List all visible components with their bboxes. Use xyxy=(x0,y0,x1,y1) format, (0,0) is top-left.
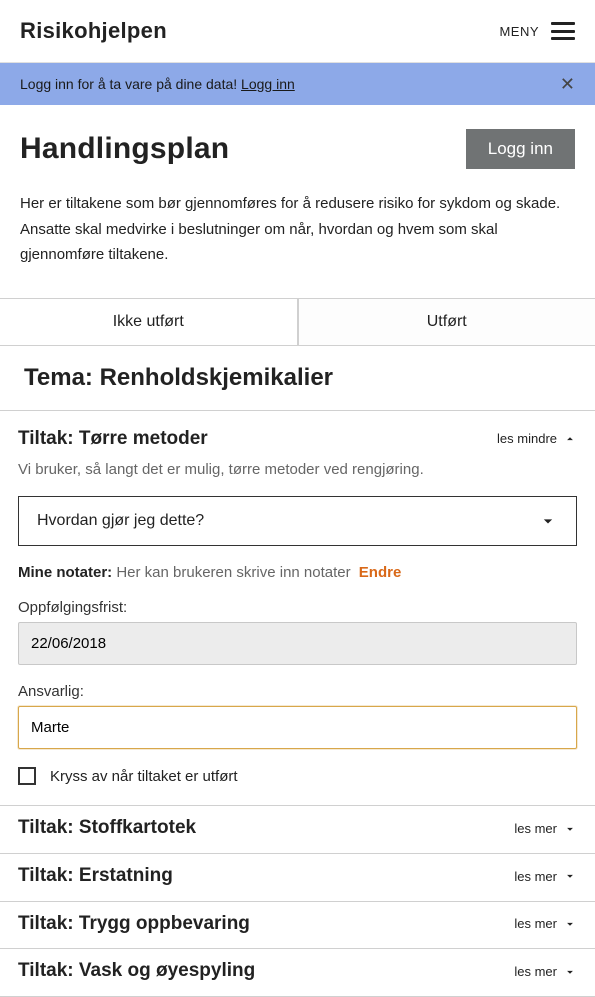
how-dropdown[interactable]: Hvordan gjør jeg dette? xyxy=(18,496,577,546)
tema-name: Renholdskjemikalier xyxy=(100,364,333,391)
done-checkbox-label: Kryss av når tiltaket er utført xyxy=(50,768,238,785)
page-title: Handlingsplan xyxy=(20,132,229,166)
notes-row: Mine notater: Her kan brukeren skrive in… xyxy=(18,564,577,581)
toggle-label: les mer xyxy=(514,821,557,836)
tiltak-stoffkartotek: Tiltak: Stoffkartotek les mer xyxy=(0,806,595,854)
app-logo: Risikohjelpen xyxy=(20,18,167,44)
tiltak-title: Tiltak: Erstatning xyxy=(18,864,173,889)
tiltak-header: Tiltak: Stoffkartotek les mer xyxy=(18,816,577,841)
toggle-label: les mer xyxy=(514,964,557,979)
notice-login-link[interactable]: Logg inn xyxy=(241,76,295,92)
tiltak-title: Tiltak: Trygg oppbevaring xyxy=(18,912,250,937)
tiltak-header: Tiltak: Trygg oppbevaring les mer xyxy=(18,912,577,937)
hamburger-icon xyxy=(551,22,575,40)
login-button[interactable]: Logg inn xyxy=(466,129,575,169)
tiltak-torre-metoder: Tiltak: Tørre metoder les mindre Vi bruk… xyxy=(0,411,595,807)
app-header: Risikohjelpen MENY xyxy=(0,0,595,63)
how-label: Hvordan gjør jeg dette? xyxy=(37,512,204,530)
expand-toggle[interactable]: les mer xyxy=(514,821,577,836)
expand-toggle[interactable]: les mer xyxy=(514,964,577,979)
tiltak-header: Tiltak: Erstatning les mer xyxy=(18,864,577,889)
collapse-toggle[interactable]: les mindre xyxy=(497,431,577,446)
close-icon[interactable]: ✕ xyxy=(560,75,575,93)
tiltak-title: Tiltak: Stoffkartotek xyxy=(18,816,196,841)
notice-text: Logg inn for å ta vare på dine data! xyxy=(20,76,241,92)
chevron-down-icon xyxy=(563,869,577,883)
responsible-input[interactable] xyxy=(18,706,577,749)
toggle-label: les mindre xyxy=(497,431,557,446)
tab-not-done[interactable]: Ikke utført xyxy=(0,299,298,345)
tema-heading: Tema: Renholdskjemikalier xyxy=(0,346,595,411)
done-checkbox[interactable] xyxy=(18,767,36,785)
login-notice: Logg inn for å ta vare på dine data! Log… xyxy=(0,63,595,105)
toggle-label: les mer xyxy=(514,916,557,931)
chevron-down-icon xyxy=(563,822,577,836)
chevron-down-icon xyxy=(563,917,577,931)
tabs: Ikke utført Utført xyxy=(0,298,595,346)
chevron-down-icon xyxy=(538,511,558,531)
tiltak-title: Tiltak: Vask og øyespyling xyxy=(18,959,255,984)
notice-text-wrap: Logg inn for å ta vare på dine data! Log… xyxy=(20,76,295,92)
title-row: Handlingsplan Logg inn xyxy=(0,105,595,177)
menu-button[interactable]: MENY xyxy=(499,22,575,40)
tiltak-trygg-oppbevaring: Tiltak: Trygg oppbevaring les mer xyxy=(0,902,595,950)
menu-label: MENY xyxy=(499,24,539,39)
tiltak-vask-oyespyling: Tiltak: Vask og øyespyling les mer xyxy=(0,949,595,997)
tema-prefix: Tema: xyxy=(24,364,100,391)
chevron-down-icon xyxy=(563,965,577,979)
deadline-label: Oppfølgingsfrist: xyxy=(18,599,577,616)
tiltak-erstatning: Tiltak: Erstatning les mer xyxy=(0,854,595,902)
tiltak-header: Tiltak: Tørre metoder les mindre xyxy=(18,427,577,452)
intro-text: Her er tiltakene som bør gjennomføres fo… xyxy=(0,177,595,298)
tiltak-title: Tiltak: Tørre metoder xyxy=(18,427,208,452)
done-checkbox-row: Kryss av når tiltaket er utført xyxy=(18,767,577,785)
tiltak-description: Vi bruker, så langt det er mulig, tørre … xyxy=(18,461,577,478)
tiltak-header: Tiltak: Vask og øyespyling les mer xyxy=(18,959,577,984)
edit-notes-link[interactable]: Endre xyxy=(359,564,402,581)
chevron-up-icon xyxy=(563,432,577,446)
deadline-input[interactable] xyxy=(18,622,577,665)
expand-toggle[interactable]: les mer xyxy=(514,916,577,931)
tab-done[interactable]: Utført xyxy=(298,299,595,345)
toggle-label: les mer xyxy=(514,869,557,884)
expand-toggle[interactable]: les mer xyxy=(514,869,577,884)
notes-label: Mine notater: xyxy=(18,564,112,581)
responsible-label: Ansvarlig: xyxy=(18,683,577,700)
notes-placeholder: Her kan brukeren skrive inn notater xyxy=(116,564,354,581)
